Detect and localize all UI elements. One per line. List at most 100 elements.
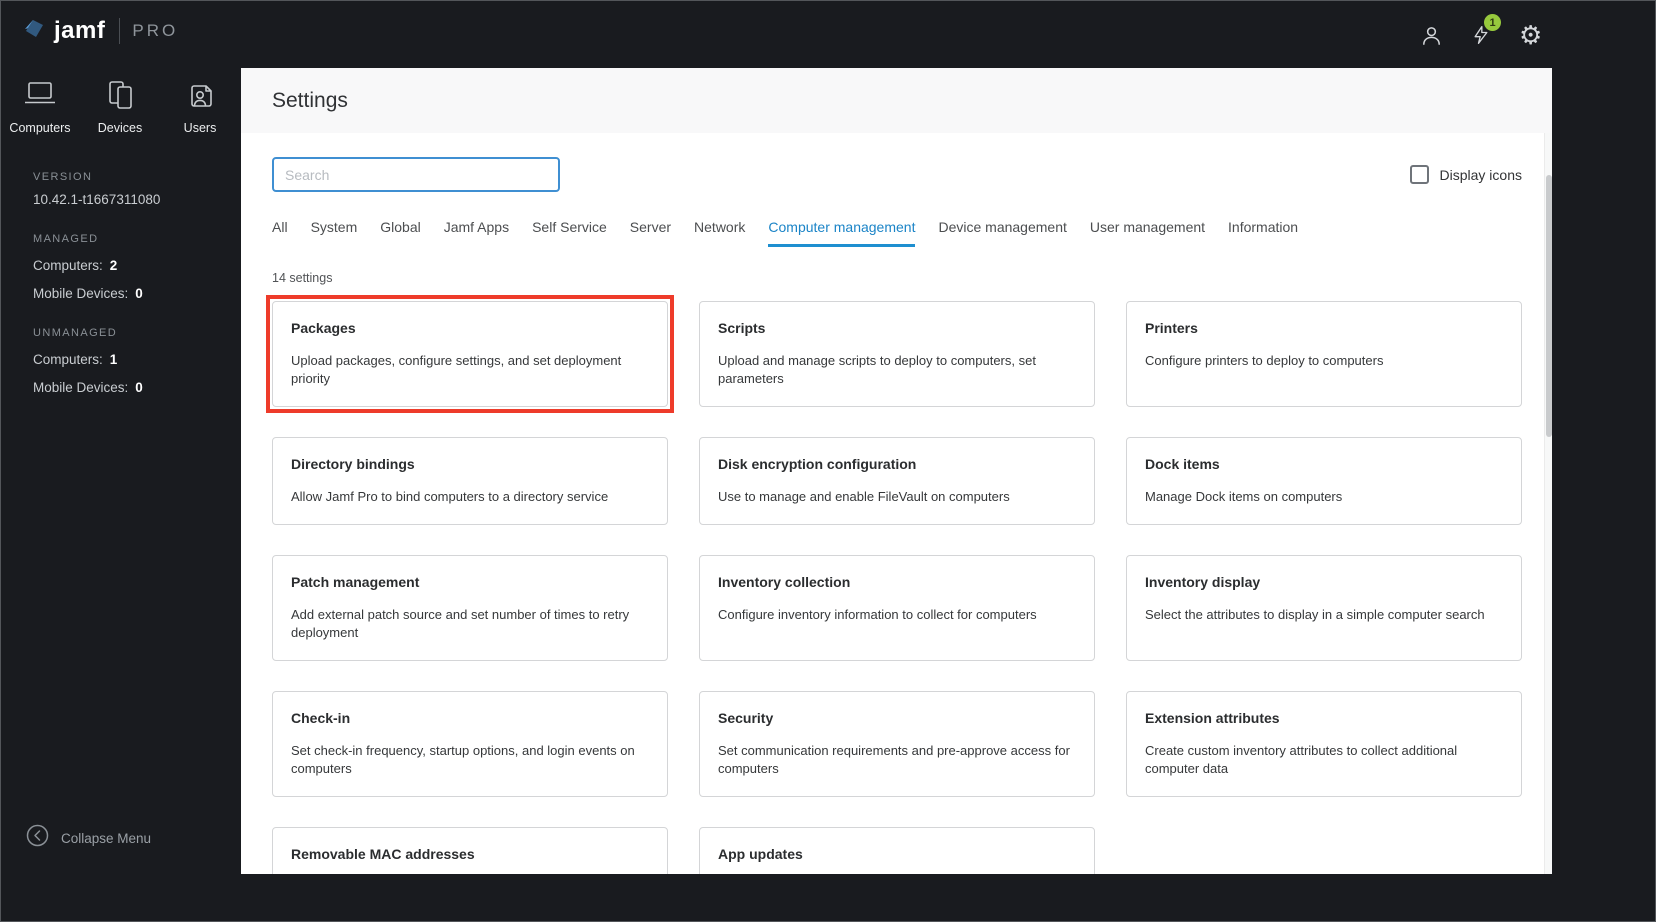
settings-card-disk-encryption-configuration[interactable]: Disk encryption configuration Use to man…	[699, 436, 1095, 525]
card-description: Set communication requirements and pre-a…	[718, 742, 1070, 776]
collapse-arrow-icon	[26, 824, 49, 852]
tab-all[interactable]: All	[272, 219, 288, 247]
stat-label: Computers:	[33, 258, 103, 273]
managed-computers-stat: Computers: 2	[33, 258, 241, 273]
jamf-logo-icon	[22, 16, 46, 45]
vertical-scrollbar[interactable]	[1544, 133, 1552, 874]
logo-divider	[119, 17, 121, 44]
card-description: Add external patch source and set number…	[291, 606, 630, 640]
settings-card-packages[interactable]: Packages Upload packages, configure sett…	[266, 295, 674, 413]
unmanaged-mobile-devices-stat: Mobile Devices: 0	[33, 380, 241, 395]
tab-device-management[interactable]: Device management	[938, 219, 1066, 247]
settings-card-directory-bindings[interactable]: Directory bindings Allow Jamf Pro to bin…	[272, 436, 668, 525]
version-value: 10.42.1-t1667311080	[33, 192, 161, 207]
card-description: Create custom inventory attributes to co…	[1145, 742, 1458, 776]
tab-global[interactable]: Global	[380, 219, 420, 247]
nav-label: Computers	[9, 121, 71, 135]
display-icons-toggle[interactable]: Display icons	[1409, 165, 1522, 184]
card-title: Inventory collection	[718, 573, 851, 590]
nav-label: Users	[183, 121, 217, 135]
notifications-bolt-icon[interactable]: 1	[1471, 14, 1501, 46]
card-title: App updates	[718, 845, 803, 862]
settings-count: 14 settings	[272, 271, 333, 285]
settings-card-printers[interactable]: Printers Configure printers to deploy to…	[1126, 301, 1522, 407]
scrollbar-thumb[interactable]	[1546, 175, 1552, 437]
topbar-actions: 1 ⚙︎	[1420, 14, 1542, 52]
settings-card-patch-management[interactable]: Patch management Add external patch sour…	[272, 554, 668, 661]
card-title: Removable MAC addresses	[291, 845, 475, 862]
unmanaged-label: UNMANAGED	[33, 327, 118, 339]
sidebar-item-devices[interactable]: Devices	[80, 80, 160, 135]
page-title: Settings	[272, 88, 348, 112]
stat-value: 0	[135, 380, 143, 395]
card-title: Inventory display	[1145, 573, 1261, 590]
card-title: Extension attributes	[1145, 709, 1280, 726]
card-description: Select the attributes to display in a si…	[1145, 606, 1485, 622]
card-title: Check-in	[291, 709, 351, 726]
card-title: Patch management	[291, 573, 420, 590]
card-description: Set check-in frequency, startup options,…	[291, 742, 635, 776]
card-title: Printers	[1145, 320, 1198, 336]
tab-self-service[interactable]: Self Service	[532, 219, 607, 247]
stat-value: 0	[135, 286, 143, 301]
managed-label: MANAGED	[33, 233, 99, 245]
tab-server[interactable]: Server	[630, 219, 671, 247]
tab-system[interactable]: System	[311, 219, 358, 247]
collapse-menu-button[interactable]: Collapse Menu	[26, 824, 151, 852]
tab-jamf-apps[interactable]: Jamf Apps	[444, 219, 509, 247]
users-badge-icon	[184, 80, 217, 115]
card-title: Scripts	[718, 320, 766, 336]
card-description: Configure printers to deploy to computer…	[1145, 353, 1384, 368]
gear-icon[interactable]: ⚙︎	[1519, 22, 1542, 48]
stat-label: Mobile Devices:	[33, 380, 129, 395]
card-title: Packages	[291, 320, 356, 336]
card-description: Upload and manage scripts to deploy to c…	[718, 353, 1036, 386]
settings-card-removable-mac-addresses[interactable]: Removable MAC addresses	[272, 826, 668, 874]
stat-value: 1	[109, 352, 118, 367]
tab-user-management[interactable]: User management	[1090, 219, 1205, 247]
settings-grid: Packages Upload packages, configure sett…	[266, 295, 1522, 874]
stat-value: 2	[109, 258, 118, 273]
notification-badge: 1	[1484, 14, 1501, 31]
version-label: VERSION	[33, 171, 93, 183]
settings-card-extension-attributes[interactable]: Extension attributes Create custom inven…	[1126, 690, 1522, 797]
managed-mobile-devices-stat: Mobile Devices: 0	[33, 286, 241, 301]
category-tabs: All System Global Jamf Apps Self Service…	[272, 219, 1522, 247]
unmanaged-computers-stat: Computers: 1	[33, 352, 241, 367]
display-icons-checkbox[interactable]	[1409, 165, 1429, 184]
display-icons-label: Display icons	[1439, 166, 1522, 183]
settings-card-check-in[interactable]: Check-in Set check-in frequency, startup…	[272, 690, 668, 797]
card-title: Security	[718, 709, 774, 726]
nav-label: Devices	[97, 121, 143, 135]
collapse-menu-label: Collapse Menu	[61, 830, 152, 846]
brand-name: jamf	[54, 16, 106, 44]
settings-card-inventory-display[interactable]: Inventory display Select the attributes …	[1126, 554, 1522, 661]
sidebar-item-users[interactable]: Users	[160, 80, 240, 135]
card-title: Disk encryption configuration	[718, 455, 917, 472]
search-input[interactable]	[272, 157, 560, 192]
devices-phones-icon	[104, 80, 137, 115]
settings-card-security[interactable]: Security Set communication requirements …	[699, 690, 1095, 797]
brand-suffix: PRO	[132, 20, 179, 40]
stat-label: Computers:	[33, 352, 103, 367]
toolbar: Display icons	[272, 157, 1522, 192]
stat-label: Mobile Devices:	[33, 286, 129, 301]
jamf-logo[interactable]: jamf PRO	[22, 16, 178, 45]
sidebar-info: VERSION 10.42.1-t1667311080 MANAGED Comp…	[33, 171, 241, 395]
settings-card-scripts[interactable]: Scripts Upload and manage scripts to dep…	[699, 301, 1095, 407]
settings-card-dock-items[interactable]: Dock items Manage Dock items on computer…	[1126, 436, 1522, 525]
settings-card-app-updates[interactable]: App updates	[699, 826, 1095, 874]
page-header: Settings	[241, 68, 1552, 133]
settings-card-inventory-collection[interactable]: Inventory collection Configure inventory…	[699, 554, 1095, 661]
computers-laptop-icon	[22, 80, 58, 115]
sidebar-item-computers[interactable]: Computers	[0, 80, 80, 135]
user-account-icon[interactable]	[1420, 24, 1443, 47]
card-description: Configure inventory information to colle…	[718, 606, 1037, 622]
tab-information[interactable]: Information	[1228, 219, 1298, 247]
tab-computer-management[interactable]: Computer management	[768, 219, 916, 247]
card-description: Allow Jamf Pro to bind computers to a di…	[291, 488, 609, 504]
tab-network[interactable]: Network	[694, 219, 745, 247]
sidebar: Computers Devices Users VERSION 10.42.1-…	[0, 68, 241, 922]
card-description: Use to manage and enable FileVault on co…	[718, 488, 1010, 504]
card-title: Directory bindings	[291, 455, 415, 472]
